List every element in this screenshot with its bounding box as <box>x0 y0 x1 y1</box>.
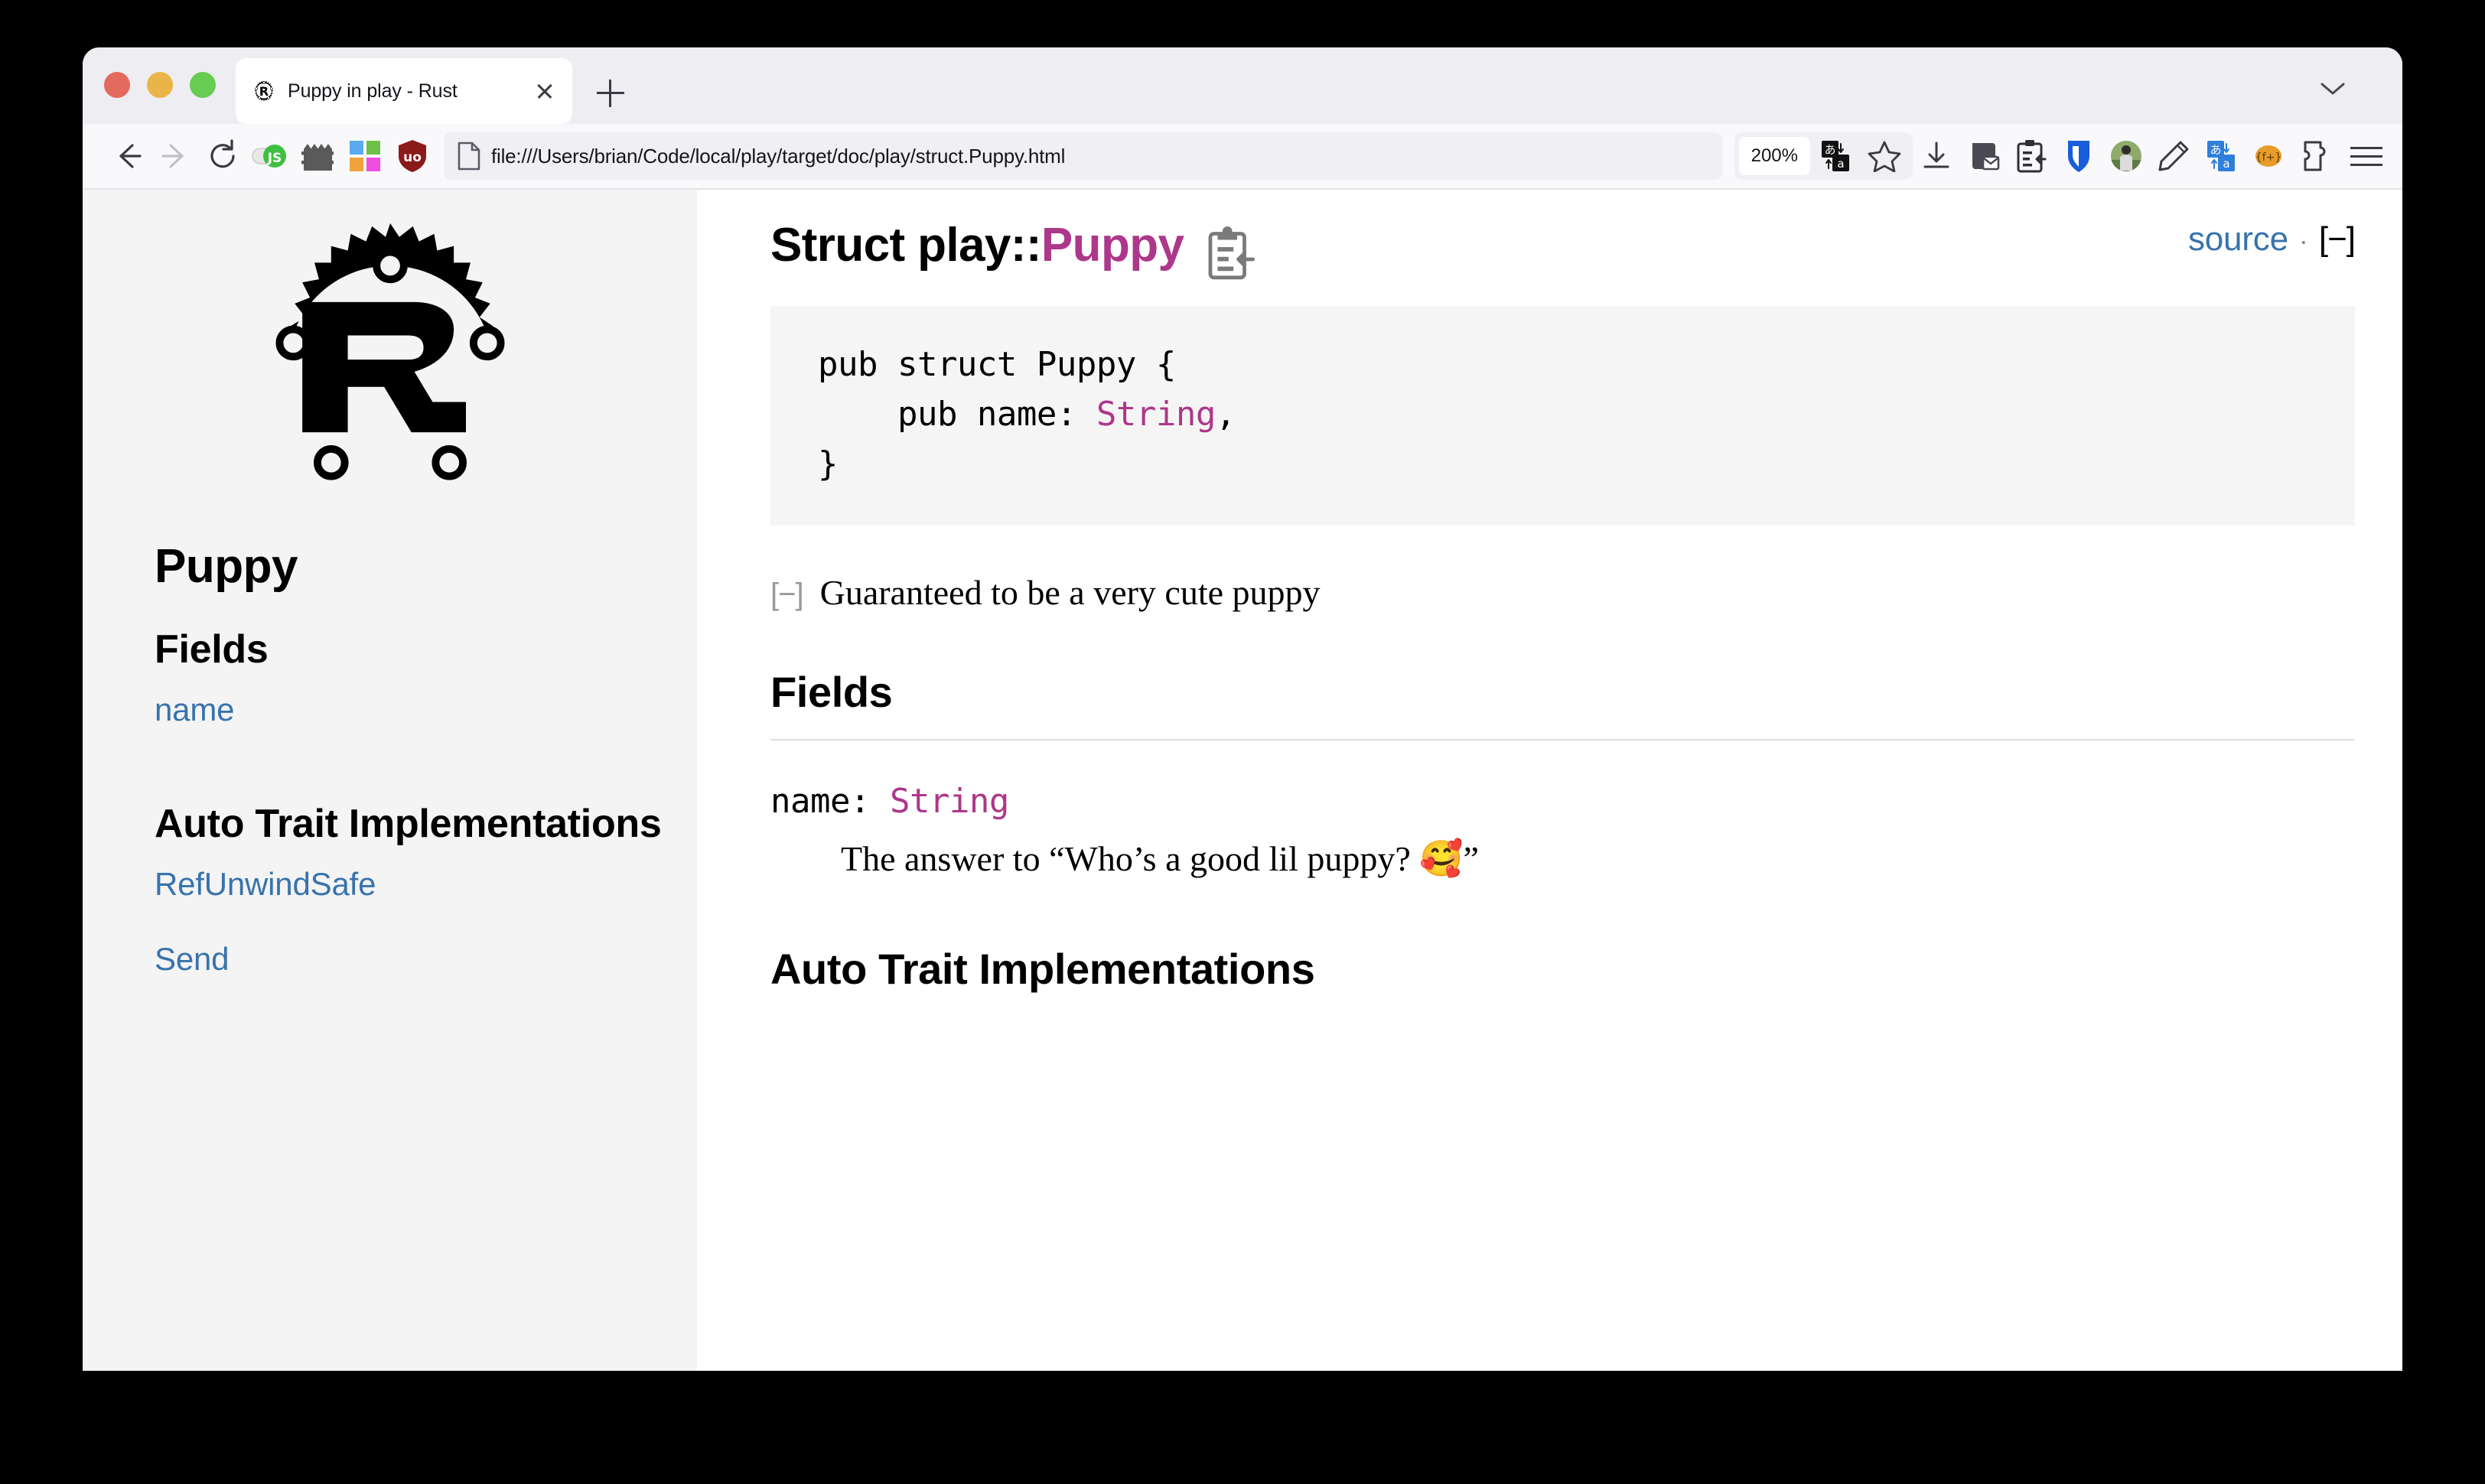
url-text: file:///Users/brian/Code/local/play/targ… <box>491 144 1066 168</box>
reload-button[interactable] <box>199 132 246 180</box>
clipboard-arrow-icon[interactable] <box>2008 132 2055 180</box>
struct-declaration-code: pub struct Puppy { pub name: String, } <box>818 340 2308 489</box>
puzzle-extensions-icon[interactable] <box>2292 132 2340 180</box>
page-title: Struct play::Puppy <box>770 216 1184 275</box>
page-body: Puppy Fields name Auto Trait Implementat… <box>83 190 2402 1371</box>
star-icon[interactable] <box>1861 132 1908 180</box>
top-doc-row: [−] Guaranteed to be a very cute puppy <box>770 570 2355 616</box>
document-icon <box>458 142 480 171</box>
copy-path-clipboard-icon[interactable] <box>1207 226 1256 280</box>
title-prefix: Struct play:: <box>770 219 1042 272</box>
profile-avatar-icon[interactable] <box>2102 132 2150 180</box>
sidebar-heading-auto-trait-implementations: Auto Trait Implementations <box>155 801 662 846</box>
new-tab-button[interactable] <box>597 80 624 107</box>
url-bar[interactable]: file:///Users/brian/Code/local/play/targ… <box>444 132 1722 180</box>
back-button[interactable] <box>104 132 151 180</box>
navigation-toolbar: JS uo file:///Users/brian/Code/local/pla… <box>83 124 2402 190</box>
forward-button[interactable] <box>151 132 199 180</box>
translate-icon[interactable]: あ a <box>1812 132 1859 180</box>
tab-strip: R Puppy in play - Rust <box>83 47 2402 124</box>
javascript-toggle-icon[interactable]: JS <box>246 132 294 180</box>
sidebar-item-send[interactable]: Send <box>155 941 662 978</box>
svg-text:{f+}: {f+} <box>2255 151 2281 164</box>
sidebar-inner: Puppy Fields name Auto Trait Implementat… <box>83 542 697 978</box>
forward-arrow-icon <box>161 144 184 168</box>
title-type-name: Puppy <box>1041 219 1184 272</box>
window-maximize-button[interactable] <box>190 72 216 98</box>
sidebar-heading-fields: Fields <box>155 627 269 672</box>
svg-text:a: a <box>1837 157 1844 171</box>
field-name: name: <box>770 782 890 822</box>
rust-logo-favicon: R <box>255 80 273 102</box>
source-link[interactable]: source <box>2188 220 2288 259</box>
chevron-down-icon[interactable] <box>2320 81 2346 96</box>
auto-trait-implementations-heading: Auto Trait Implementations <box>770 945 1315 994</box>
sidebar-crate-title: Puppy <box>155 540 298 593</box>
ublock-origin-icon[interactable]: uo <box>389 132 436 180</box>
links-separator: · <box>2298 225 2308 256</box>
svg-text:uo: uo <box>403 150 422 165</box>
back-arrow-icon <box>119 144 142 168</box>
font-finder-icon[interactable]: {f+} <box>2245 132 2292 180</box>
main-heading-row: Struct play::Puppy source · [−] <box>770 216 2356 280</box>
field-signature: name: String <box>770 782 2355 821</box>
mail-archive-icon[interactable] <box>1960 132 2008 180</box>
svg-text:R: R <box>259 84 269 99</box>
reload-icon <box>210 139 235 168</box>
translate-blue-icon[interactable]: あ a <box>2197 132 2245 180</box>
collapse-all-toggle[interactable]: [−] <box>2319 220 2356 259</box>
sidebar-item-refunwindsafe[interactable]: RefUnwindSafe <box>155 866 662 903</box>
top-doc-toggle[interactable]: [−] <box>770 578 804 612</box>
heading-right-links: source · [−] <box>2188 216 2356 259</box>
rust-gear-logo[interactable] <box>239 217 542 520</box>
window-minimize-button[interactable] <box>147 72 173 98</box>
svg-text:a: a <box>2223 157 2229 171</box>
close-icon[interactable] <box>534 80 555 102</box>
fields-section-heading: Fields <box>770 666 2355 741</box>
decl-line-2-indent: pub name: <box>818 395 1096 434</box>
item-declaration-block: pub struct Puppy { pub name: String, } <box>770 306 2355 526</box>
zoom-level-badge[interactable]: 200% <box>1738 137 1810 175</box>
pencil-icon[interactable] <box>2150 132 2197 180</box>
window-close-button[interactable] <box>104 72 130 98</box>
decl-line-3: } <box>818 444 839 484</box>
tab-title: Puppy in play - Rust <box>288 80 458 102</box>
zoom-and-page-actions: 200% あ a <box>1734 132 1913 180</box>
svg-text:JS: JS <box>267 151 282 166</box>
download-icon[interactable] <box>1913 132 1960 180</box>
sidebar-item-name[interactable]: name <box>155 692 662 728</box>
doc-sidebar: Puppy Fields name Auto Trait Implementat… <box>83 190 697 1371</box>
browser-window: R Puppy in play - Rust JS uo file:///Use… <box>83 47 2402 1371</box>
top-doc-text: Guaranteed to be a very cute puppy <box>819 573 1321 613</box>
hamburger-menu-icon[interactable] <box>2344 134 2389 178</box>
decl-line-1: pub struct Puppy { <box>818 345 1176 384</box>
fence-icon[interactable] <box>294 132 341 180</box>
four-squares-icon[interactable] <box>341 132 389 180</box>
browser-tab[interactable]: R Puppy in play - Rust <box>236 58 572 124</box>
bitwarden-shield-icon[interactable] <box>2055 132 2102 180</box>
decl-line-2-tail: , <box>1215 395 1236 434</box>
traffic-lights <box>104 72 216 98</box>
sidebar-logo-wrap <box>83 217 697 542</box>
field-type: String <box>889 782 1009 822</box>
doc-main-content: Struct play::Puppy source · [−] pub stru… <box>697 190 2402 1371</box>
field-doc-text: The answer to “Who’s a good lil puppy? 🥰… <box>841 839 1479 879</box>
decl-line-2-type: String <box>1096 395 1216 434</box>
